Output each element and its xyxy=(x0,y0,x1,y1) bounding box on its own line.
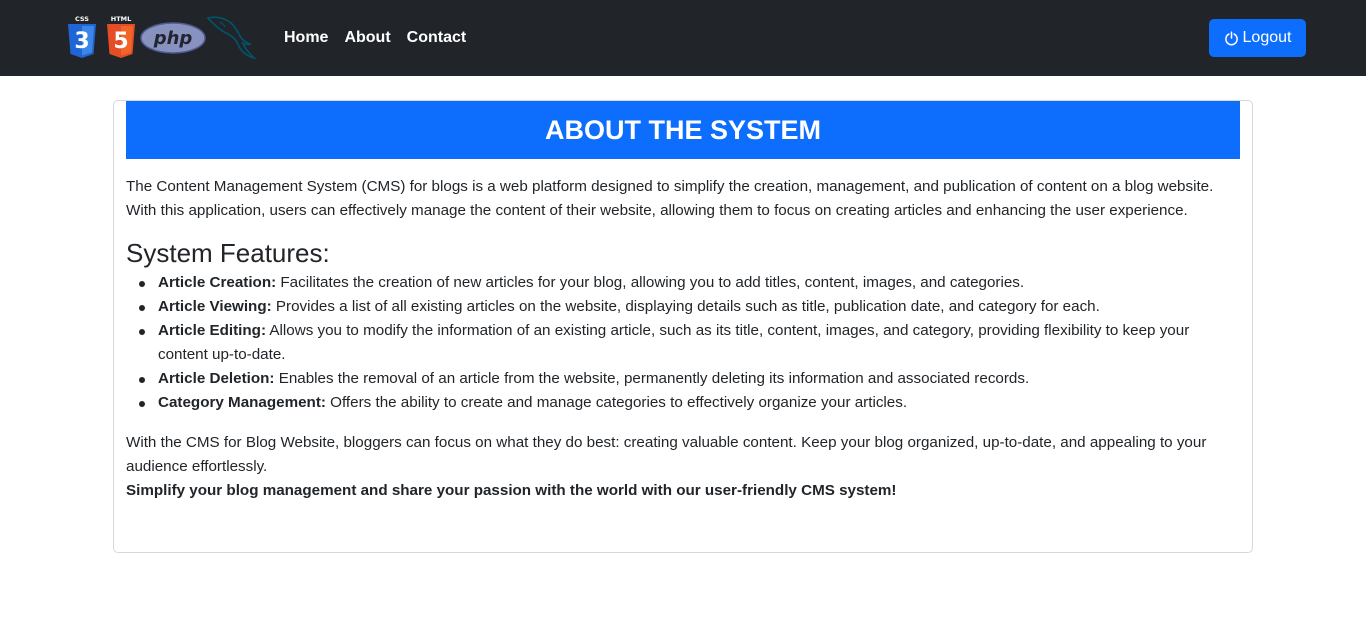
feature-item-article-editing: Article Editing: Allows you to modify th… xyxy=(139,319,1240,367)
feature-desc: Enables the removal of an article from t… xyxy=(274,370,1030,387)
logout-button[interactable]: Logout xyxy=(1209,19,1306,57)
feature-name: Category Management: xyxy=(158,394,326,411)
about-card: ABOUT THE SYSTEM The Content Management … xyxy=(113,100,1253,553)
intro-paragraph: The Content Management System (CMS) for … xyxy=(126,178,1214,219)
nav-link-about[interactable]: About xyxy=(344,28,390,48)
css3-logo-number: 3 xyxy=(74,29,89,54)
feature-name: Article Creation: xyxy=(158,274,277,291)
css3-logo: CSS 3 xyxy=(68,15,96,58)
html5-logo-number: 5 xyxy=(113,29,128,54)
logout-button-label: Logout xyxy=(1242,29,1292,46)
css3-logo-text: CSS xyxy=(75,15,89,23)
card-title: ABOUT THE SYSTEM xyxy=(126,101,1240,159)
nav-link-contact[interactable]: Contact xyxy=(407,28,467,48)
features-heading: System Features: xyxy=(126,238,330,268)
mysql-dolphin-logo xyxy=(206,16,257,60)
feature-item-article-deletion: Article Deletion: Enables the removal of… xyxy=(139,367,1240,391)
nav-links: Home About Contact xyxy=(284,28,482,48)
feature-item-article-viewing: Article Viewing: Provides a list of all … xyxy=(139,295,1240,319)
php-logo: php xyxy=(140,22,206,54)
features-list: Article Creation: Facilitates the creati… xyxy=(126,271,1240,415)
feature-item-article-creation: Article Creation: Facilitates the creati… xyxy=(139,271,1240,295)
feature-desc: Allows you to modify the information of … xyxy=(158,322,1190,363)
feature-desc: Facilitates the creation of new articles… xyxy=(276,274,1025,291)
html5-logo: HTML 5 xyxy=(107,15,135,58)
feature-item-category-management: Category Management: Offers the ability … xyxy=(139,391,1240,415)
feature-desc: Provides a list of all existing articles… xyxy=(271,298,1100,315)
feature-desc: Offers the ability to create and manage … xyxy=(325,394,908,411)
logo-group[interactable]: CSS 3 HTML 5 php xyxy=(66,14,258,60)
card-body: The Content Management System (CMS) for … xyxy=(126,175,1240,503)
feature-name: Article Viewing: xyxy=(158,298,272,315)
nav-link-home[interactable]: Home xyxy=(284,28,328,48)
html5-logo-text: HTML xyxy=(111,15,131,23)
power-icon xyxy=(1224,30,1238,45)
feature-name: Article Deletion: xyxy=(158,370,275,387)
navbar: CSS 3 HTML 5 php Home About Contact Logo xyxy=(0,0,1366,76)
closing-paragraph: With the CMS for Blog Website, bloggers … xyxy=(126,434,1207,475)
feature-name: Article Editing: xyxy=(158,322,267,339)
php-logo-text: php xyxy=(153,28,193,49)
slogan: Simplify your blog management and share … xyxy=(126,482,897,499)
